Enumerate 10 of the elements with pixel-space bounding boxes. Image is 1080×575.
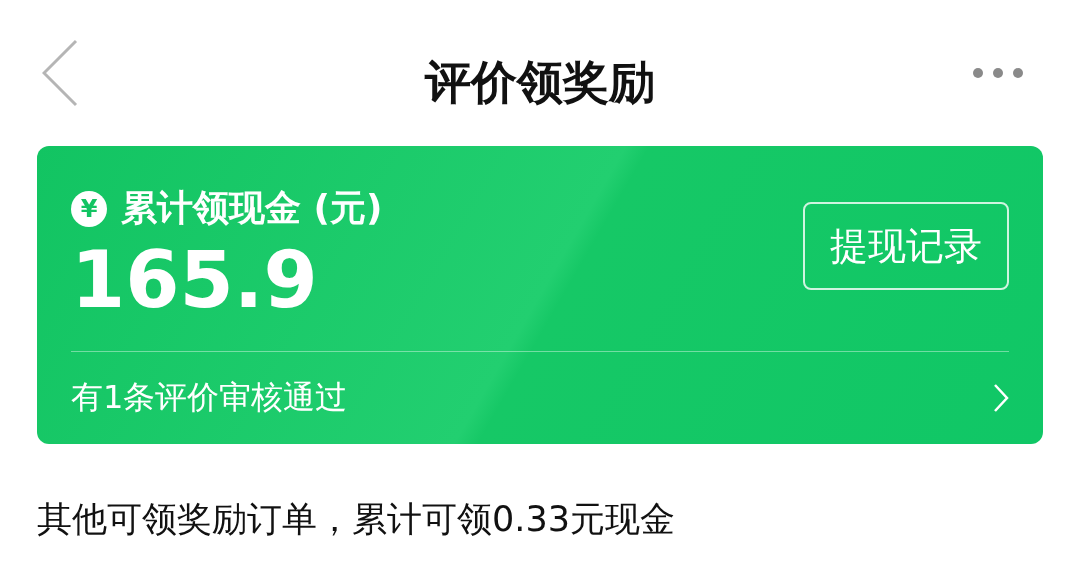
chevron-right-icon[interactable]: [993, 383, 1009, 413]
page-title: 评价领奖励: [425, 54, 655, 111]
reward-summary-text: 其他可领奖励订单，累计可领0.33元现金: [37, 498, 676, 541]
more-icon[interactable]: [972, 67, 1024, 79]
yen-icon: ¥: [71, 190, 107, 227]
withdraw-record-button[interactable]: 提现记录: [803, 202, 1009, 290]
cash-label: 累计领现金 (元): [121, 186, 383, 230]
review-notice[interactable]: 有1条评价审核通过: [71, 376, 348, 420]
cash-amount: 165.9: [71, 241, 319, 319]
back-icon[interactable]: [42, 39, 78, 107]
